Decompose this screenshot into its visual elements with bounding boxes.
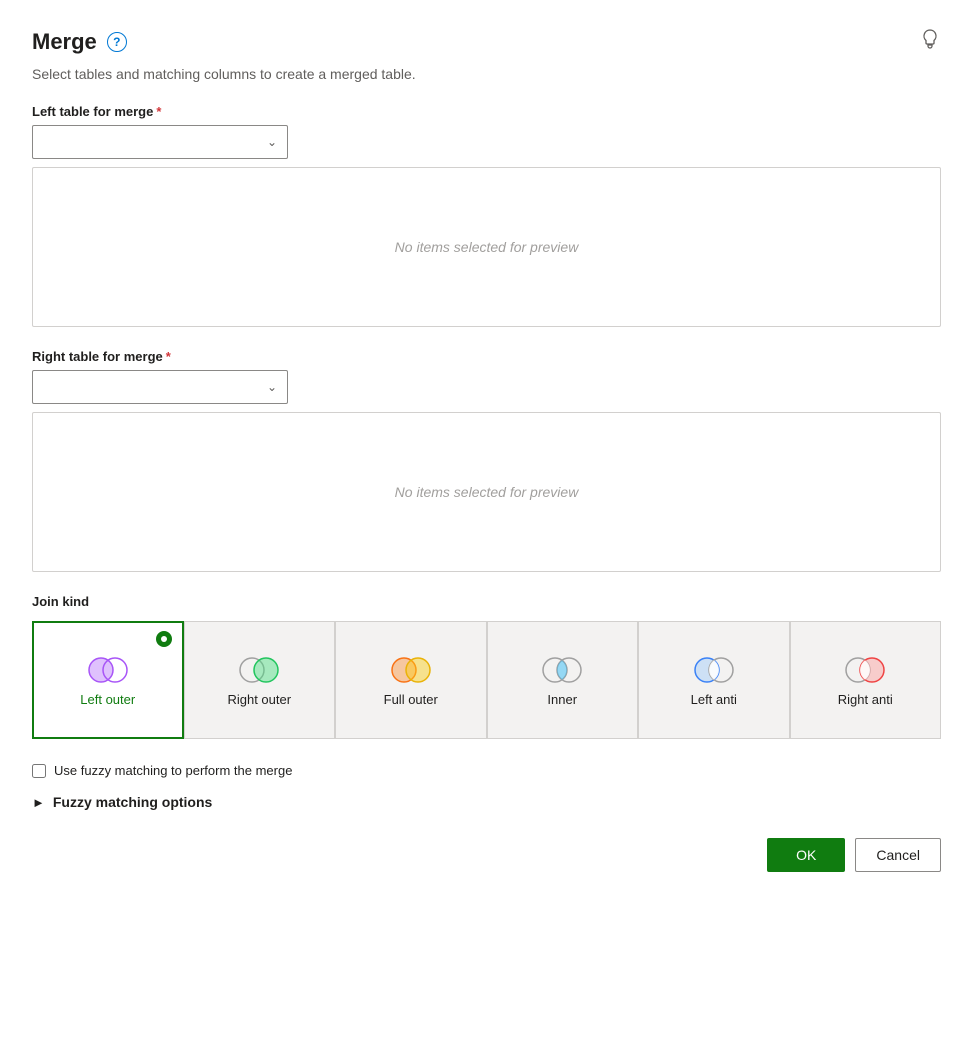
right-outer-label: Right outer [227, 692, 291, 709]
join-option-left-outer[interactable]: Left outer [32, 621, 184, 739]
left-table-dropdown[interactable]: ⌄ [32, 125, 288, 159]
inner-label: Inner [547, 692, 577, 709]
left-outer-venn-icon [82, 654, 134, 686]
join-kind-label: Join kind [32, 594, 941, 609]
title-area: Merge ? [32, 29, 127, 55]
fuzzy-options-chevron-icon: ► [32, 795, 45, 810]
join-options: Left outer Right outer Full outer [32, 621, 941, 739]
right-table-dropdown[interactable]: ⌄ [32, 370, 288, 404]
right-outer-venn-icon [233, 654, 285, 686]
full-outer-label: Full outer [384, 692, 438, 709]
lightbulb-icon[interactable] [919, 28, 941, 56]
help-icon[interactable]: ? [107, 32, 127, 52]
left-outer-label: Left outer [80, 692, 135, 709]
fuzzy-checkbox[interactable] [32, 764, 46, 778]
left-table-required: * [156, 104, 161, 119]
left-table-section: Left table for merge* ⌄ No items selecte… [32, 104, 941, 327]
join-option-left-anti[interactable]: Left anti [638, 621, 790, 739]
left-anti-venn-icon [688, 654, 740, 686]
merge-dialog: Merge ? Select tables and matching colum… [0, 0, 973, 900]
join-option-right-anti[interactable]: Right anti [790, 621, 942, 739]
footer-buttons: OK Cancel [32, 838, 941, 872]
subtitle: Select tables and matching columns to cr… [32, 66, 941, 82]
left-table-preview: No items selected for preview [32, 167, 941, 327]
join-option-right-outer[interactable]: Right outer [184, 621, 336, 739]
fuzzy-options-row[interactable]: ► Fuzzy matching options [32, 794, 941, 810]
fuzzy-checkbox-label: Use fuzzy matching to perform the merge [54, 763, 292, 778]
inner-venn-icon [536, 654, 588, 686]
fuzzy-checkbox-row[interactable]: Use fuzzy matching to perform the merge [32, 763, 941, 778]
cancel-button[interactable]: Cancel [855, 838, 941, 872]
left-table-chevron-icon: ⌄ [267, 135, 277, 149]
right-table-section: Right table for merge* ⌄ No items select… [32, 349, 941, 572]
join-kind-section: Join kind Left outer Right outer [32, 594, 941, 739]
join-option-full-outer[interactable]: Full outer [335, 621, 487, 739]
left-anti-label: Left anti [691, 692, 737, 709]
right-table-preview: No items selected for preview [32, 412, 941, 572]
fuzzy-options-label: Fuzzy matching options [53, 794, 212, 810]
selected-indicator [156, 631, 172, 647]
right-table-required: * [166, 349, 171, 364]
header-row: Merge ? [32, 28, 941, 56]
right-table-chevron-icon: ⌄ [267, 380, 277, 394]
right-anti-venn-icon [839, 654, 891, 686]
left-table-label: Left table for merge* [32, 104, 941, 119]
right-table-label: Right table for merge* [32, 349, 941, 364]
full-outer-venn-icon [385, 654, 437, 686]
join-option-inner[interactable]: Inner [487, 621, 639, 739]
right-anti-label: Right anti [838, 692, 893, 709]
page-title: Merge [32, 29, 97, 55]
ok-button[interactable]: OK [767, 838, 845, 872]
